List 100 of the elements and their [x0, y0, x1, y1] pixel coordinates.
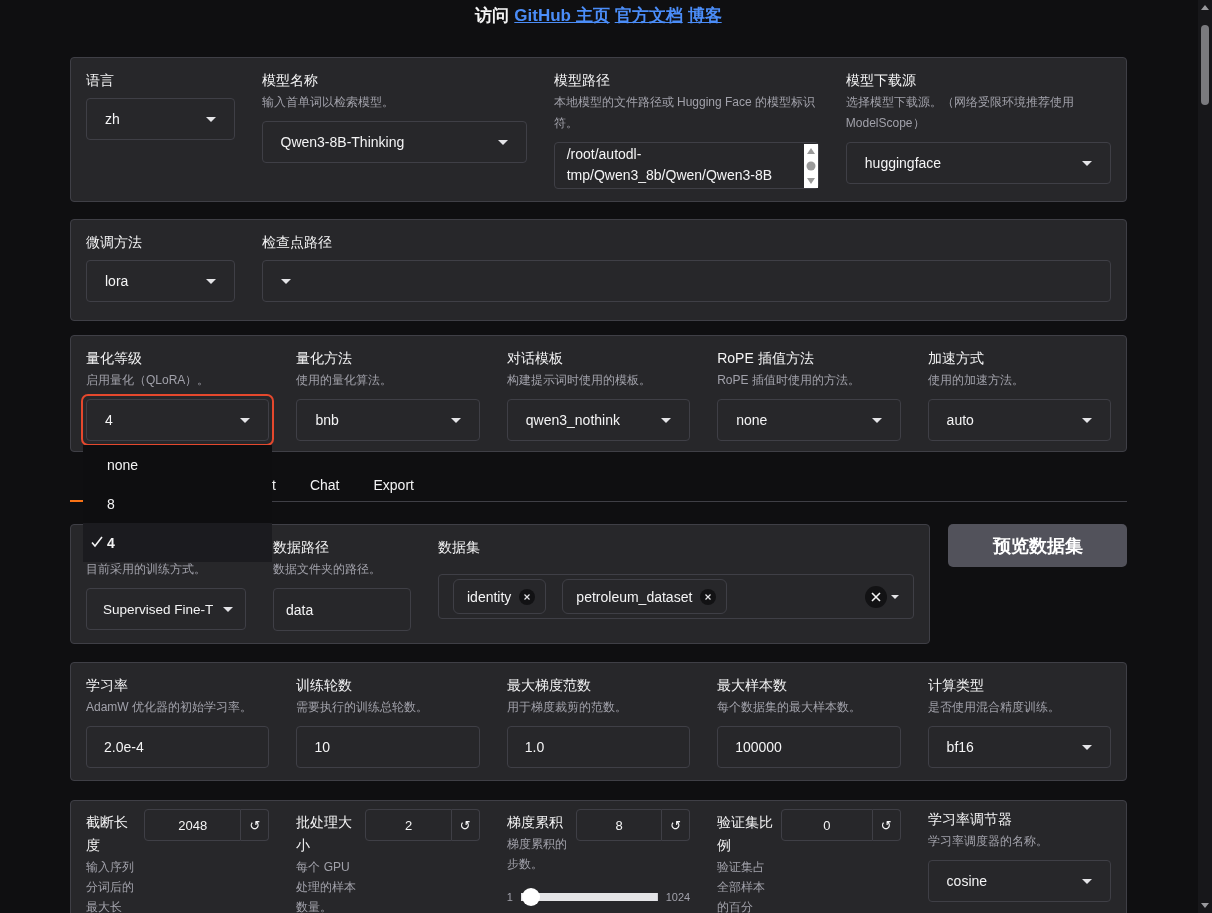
field-description: 每个数据集的最大样本数。: [717, 699, 863, 716]
field-description: 使用的加速方法。: [927, 372, 1025, 389]
input-field[interactable]: 1.0: [506, 726, 691, 768]
scrollbar[interactable]: [1198, 0, 1212, 913]
input-field[interactable]: data: [273, 588, 411, 631]
tab[interactable]: Export: [356, 471, 431, 502]
field-label: 对话模板: [506, 349, 564, 368]
caret-icon: [1082, 744, 1092, 750]
field-label: 批处理大小: [296, 813, 354, 855]
reset-button[interactable]: ↺: [662, 809, 691, 841]
caret-icon: [205, 116, 216, 122]
input-field[interactable]: 100000: [717, 726, 901, 768]
field-label: 验证集比例: [717, 813, 775, 855]
field-label: 微调方法: [86, 233, 143, 252]
caret-icon: [891, 594, 899, 599]
field-label: 数据集: [438, 538, 481, 557]
field-description: 每个 GPU 处理的样本数量。: [296, 859, 358, 913]
field-label: 学习率调节器: [927, 810, 1013, 829]
caret-icon: [450, 417, 461, 423]
number-input[interactable]: 0: [781, 809, 873, 841]
caret-icon: [497, 139, 508, 145]
field-description: 数据文件夹的路径。: [273, 561, 382, 578]
check-icon: [91, 536, 103, 548]
field-description: 学习率调度器的名称。: [927, 833, 1049, 850]
caret-icon: [281, 278, 291, 284]
caret-icon: [1082, 878, 1092, 884]
slider-thumb[interactable]: [521, 888, 540, 906]
field-label: 截断长度: [86, 813, 129, 855]
dropdown[interactable]: Qwen3-8B-Thinking: [261, 121, 527, 163]
caret-icon: [223, 606, 233, 612]
number-input[interactable]: 8: [575, 809, 663, 841]
dropdown[interactable]: lora: [86, 260, 235, 302]
text-area[interactable]: /root/autodl-tmp/Qwen3_8b/Qwen/Qwen3-8B: [553, 142, 819, 189]
field-label: 数据路径: [273, 538, 330, 557]
number-input[interactable]: 2048: [144, 809, 242, 841]
caret-icon: [240, 417, 251, 423]
number-input[interactable]: 2: [365, 809, 452, 841]
tab[interactable]: Chat: [292, 471, 357, 502]
menu-option[interactable]: 4: [83, 523, 273, 562]
preview-dataset-button[interactable]: 预览数据集: [948, 524, 1127, 567]
dropdown[interactable]: Supervised Fine-T: [86, 588, 246, 630]
scrollbar[interactable]: [803, 144, 818, 188]
field-description: 选择模型下载源。（网络受限环境推荐使用 ModelScope）: [845, 94, 1075, 132]
field-label: RoPE 插值方法: [717, 349, 815, 368]
field-label: 训练轮数: [296, 676, 354, 695]
link[interactable]: GitHub 主页: [514, 4, 610, 28]
field-description: RoPE 插值时使用的方法。: [717, 372, 861, 389]
slider-min-label: 1: [506, 891, 513, 903]
reset-button[interactable]: ↺: [241, 809, 270, 841]
field-label: 计算类型: [927, 676, 985, 695]
field-description: 需要执行的训练总轮数。: [296, 699, 430, 716]
multi-select[interactable]: identity petroleum_dataset: [438, 574, 914, 619]
dropdown[interactable]: bnb: [296, 399, 480, 441]
caret-icon: [1082, 160, 1092, 166]
field-description: 本地模型的文件路径或 Hugging Face 的模型标识符。: [553, 94, 817, 132]
tab[interactable]: t: [270, 471, 293, 502]
caret-icon: [1082, 417, 1092, 423]
dataset-tag[interactable]: identity: [453, 579, 547, 614]
field-description: 目前采用的训练方式。: [86, 561, 207, 578]
link[interactable]: 博客: [687, 4, 722, 28]
menu-option[interactable]: none: [83, 445, 273, 484]
field-description: 输入序列分词后的最大长: [86, 859, 135, 913]
field-label: 加速方式: [927, 349, 985, 368]
reset-button[interactable]: ↺: [872, 809, 901, 841]
field-description: 用于梯度裁剪的范数。: [506, 699, 628, 716]
link[interactable]: 官方文档: [614, 4, 683, 28]
field-description: 验证集占全部样本的百分: [717, 859, 767, 913]
caret-icon: [661, 417, 672, 423]
dropdown[interactable]: cosine: [927, 860, 1111, 902]
field-label: 模型名称: [261, 71, 319, 90]
input-field[interactable]: 10: [296, 726, 480, 768]
field-description: AdamW 优化器的初始学习率。: [86, 699, 253, 716]
remove-icon[interactable]: [700, 588, 717, 605]
dropdown[interactable]: none: [717, 399, 901, 441]
dropdown[interactable]: huggingface: [845, 142, 1111, 184]
field-description: 输入首单词以检索模型。: [261, 94, 395, 111]
field-label: 量化等级: [86, 349, 143, 368]
caret-icon: [871, 417, 882, 423]
field-label: 语言: [86, 71, 115, 90]
reset-button[interactable]: ↺: [451, 809, 480, 841]
field-description: 使用的量化算法。: [296, 372, 394, 389]
remove-icon[interactable]: [519, 588, 536, 605]
slider-max-label: 1024: [665, 891, 691, 903]
field-label: 最大样本数: [717, 676, 789, 695]
field-label: 检查点路径: [262, 233, 333, 252]
field-description: 启用量化（QLoRA）。: [86, 372, 211, 389]
field-label: 量化方法: [296, 349, 354, 368]
dropdown[interactable]: auto: [927, 399, 1111, 441]
input-field[interactable]: 2.0e-4: [86, 726, 270, 768]
dropdown[interactable]: 4: [86, 399, 270, 441]
dropdown[interactable]: bf16: [927, 726, 1111, 768]
dataset-tag[interactable]: petroleum_dataset: [562, 579, 728, 614]
dropdown[interactable]: zh: [86, 98, 235, 140]
field-label: 梯度累积: [506, 813, 564, 832]
clear-icon[interactable]: [865, 585, 887, 608]
field-label: 学习率: [86, 676, 129, 695]
dropdown[interactable]: qwen3_nothink: [506, 399, 691, 441]
field-label: 模型下载源: [845, 71, 917, 90]
menu-option[interactable]: 8: [83, 484, 273, 523]
field-label: 最大梯度范数: [506, 676, 592, 695]
